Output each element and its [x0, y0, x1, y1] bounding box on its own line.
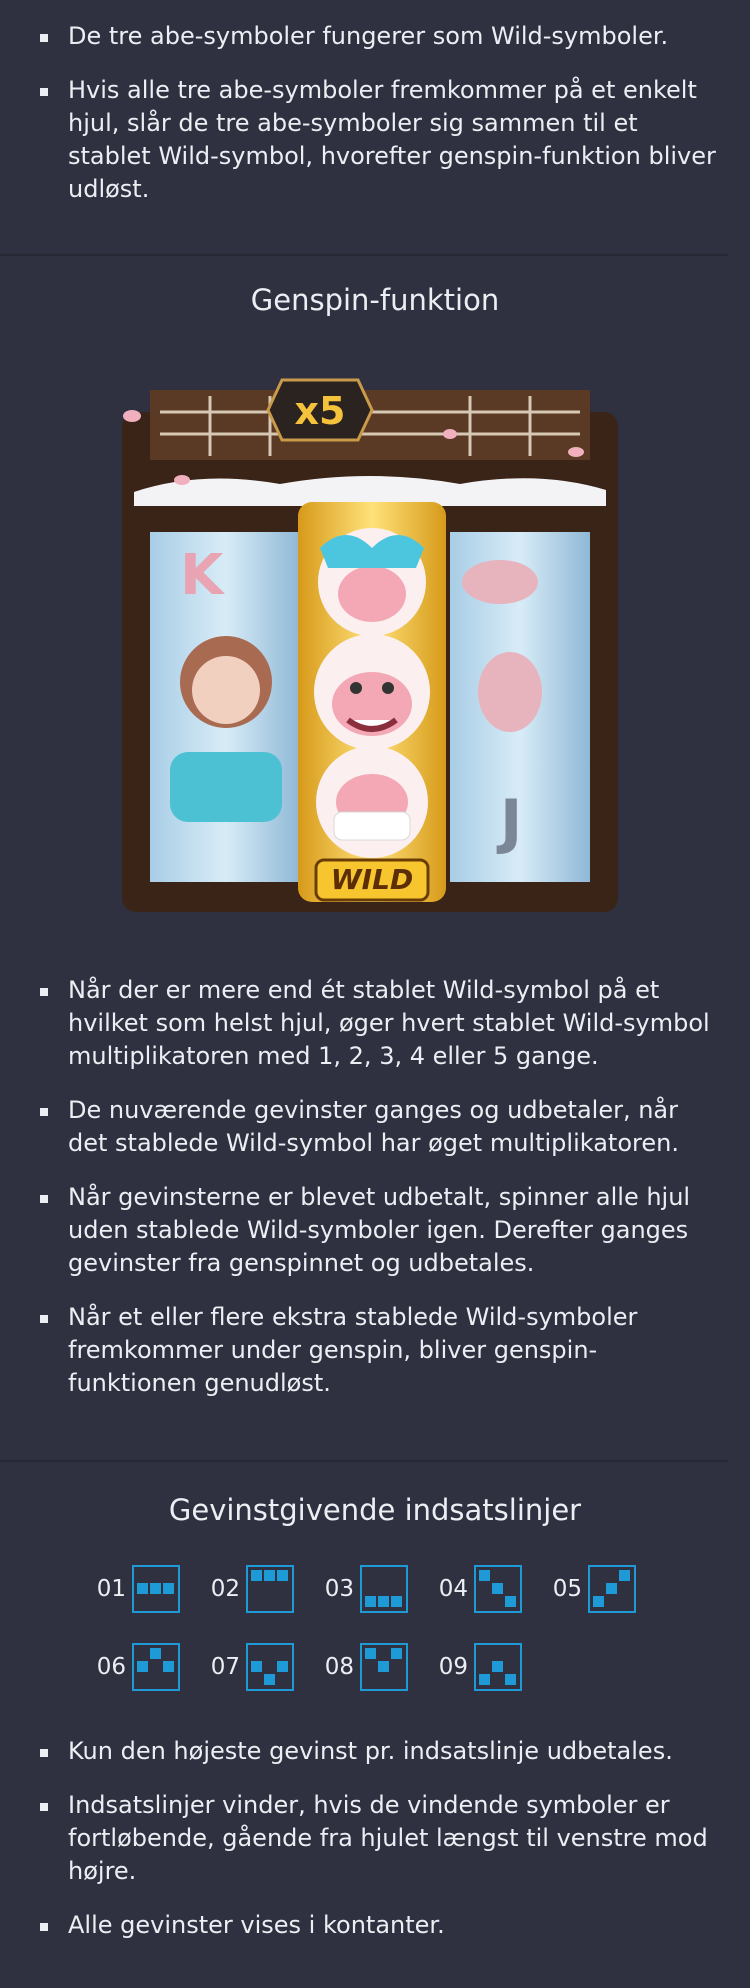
- payline-cell: [365, 1596, 376, 1607]
- payline-item: 04: [428, 1565, 522, 1613]
- payline-item: 03: [314, 1565, 408, 1613]
- genspin-bullet-list: Når der er mere end ét stablet Wild-symb…: [28, 974, 750, 1400]
- payline-cell: [277, 1661, 288, 1672]
- genspin-section: Når der er mere end ét stablet Wild-symb…: [28, 974, 750, 1421]
- payline-cell: [378, 1661, 389, 1672]
- reel-letter-j: J: [496, 787, 522, 857]
- payline-item: 07: [200, 1643, 294, 1691]
- monkey-bottom: [316, 746, 428, 858]
- paylines-title: Gevinstgivende indsatslinjer: [168, 1493, 582, 1527]
- payline-cell: [479, 1674, 490, 1685]
- reel-letter-k: K: [180, 543, 226, 608]
- payline-diagram: [132, 1643, 180, 1691]
- snow-ledge: [134, 476, 606, 506]
- bullet-item: Når gevinsterne er blevet udbetalt, spin…: [28, 1181, 750, 1280]
- payline-number: 09: [438, 1654, 468, 1680]
- bullet-item: De nuværende gevinster ganges og udbetal…: [28, 1094, 750, 1160]
- bullet-item: Når der er mere end ét stablet Wild-symb…: [28, 974, 750, 1073]
- payline-diagram: [246, 1565, 294, 1613]
- payline-cell: [150, 1648, 161, 1659]
- payline-diagram: [132, 1565, 180, 1613]
- payline-cell: [163, 1583, 174, 1594]
- section-divider: [0, 254, 728, 256]
- payline-cell: [505, 1674, 516, 1685]
- payout-bullet-list: Kun den højeste gevinst pr. indsatslinje…: [28, 1735, 750, 1942]
- payline-cell: [137, 1661, 148, 1672]
- payline-cell: [365, 1648, 376, 1659]
- payline-cell: [137, 1583, 148, 1594]
- payline-item: 08: [314, 1643, 408, 1691]
- payline-item: 06: [86, 1643, 180, 1691]
- payline-diagram: [360, 1565, 408, 1613]
- wild-label: WILD: [331, 863, 413, 896]
- payline-number: 01: [96, 1576, 126, 1602]
- bullet-item: Indsatslinjer vinder, hvis de vindende s…: [28, 1789, 750, 1888]
- payline-cell: [251, 1570, 262, 1581]
- payline-number: 05: [552, 1576, 582, 1602]
- payline-item: 09: [428, 1643, 522, 1691]
- blurred-symbol: [462, 560, 538, 604]
- game-rules-page: De tre abe-symboler fungerer som Wild-sy…: [0, 0, 750, 1988]
- payline-diagram: [246, 1643, 294, 1691]
- payline-diagram: [588, 1565, 636, 1613]
- payline-cell: [492, 1661, 503, 1672]
- monkey-top: [318, 528, 426, 636]
- payline-cell: [264, 1570, 275, 1581]
- bullet-item: Hvis alle tre abe-symboler fremkommer på…: [28, 74, 750, 206]
- payline-cell: [619, 1570, 630, 1581]
- payline-cell: [378, 1596, 389, 1607]
- payline-cell: [251, 1661, 262, 1672]
- payline-item: 02: [200, 1565, 294, 1613]
- payline-diagram: [474, 1565, 522, 1613]
- payline-cell: [391, 1648, 402, 1659]
- payline-item: 01: [86, 1565, 180, 1613]
- payline-number: 08: [324, 1654, 354, 1680]
- payline-cell: [606, 1583, 617, 1594]
- payline-number: 07: [210, 1654, 240, 1680]
- payout-rules-section: Kun den højeste gevinst pr. indsatslinje…: [28, 1735, 750, 1963]
- multiplier-label: x5: [295, 389, 346, 433]
- payline-diagram: [474, 1643, 522, 1691]
- genspin-feature-image: K J WILD x5: [122, 378, 618, 912]
- shoji-window: [150, 390, 590, 460]
- section-divider: [0, 1460, 728, 1462]
- payline-number: 04: [438, 1576, 468, 1602]
- paylines-grid: 01 02 03 04 05 06 07 08 09: [0, 1565, 750, 1695]
- wild-bullet-list: De tre abe-symboler fungerer som Wild-sy…: [28, 20, 750, 206]
- payline-number: 06: [96, 1654, 126, 1680]
- monkey-middle: [314, 634, 430, 750]
- blurred-symbol: [478, 652, 542, 732]
- payline-cell: [593, 1596, 604, 1607]
- bullet-item: Når et eller flere ekstra stablede Wild-…: [28, 1301, 750, 1400]
- payline-cell: [492, 1583, 503, 1594]
- genspin-title: Genspin-funktion: [250, 283, 500, 317]
- payline-cell: [479, 1570, 490, 1581]
- payline-cell: [391, 1596, 402, 1607]
- payline-number: 03: [324, 1576, 354, 1602]
- payline-cell: [264, 1674, 275, 1685]
- payline-cell: [277, 1570, 288, 1581]
- bullet-item: Alle gevinster vises i kontanter.: [28, 1909, 750, 1942]
- payline-cell: [505, 1596, 516, 1607]
- bullet-item: De tre abe-symboler fungerer som Wild-sy…: [28, 20, 750, 53]
- wild-section: De tre abe-symboler fungerer som Wild-sy…: [28, 20, 750, 227]
- payline-item: 05: [542, 1565, 636, 1613]
- bullet-item: Kun den højeste gevinst pr. indsatslinje…: [28, 1735, 750, 1768]
- payline-number: 02: [210, 1576, 240, 1602]
- payline-cell: [150, 1583, 161, 1594]
- payline-cell: [163, 1661, 174, 1672]
- payline-diagram: [360, 1643, 408, 1691]
